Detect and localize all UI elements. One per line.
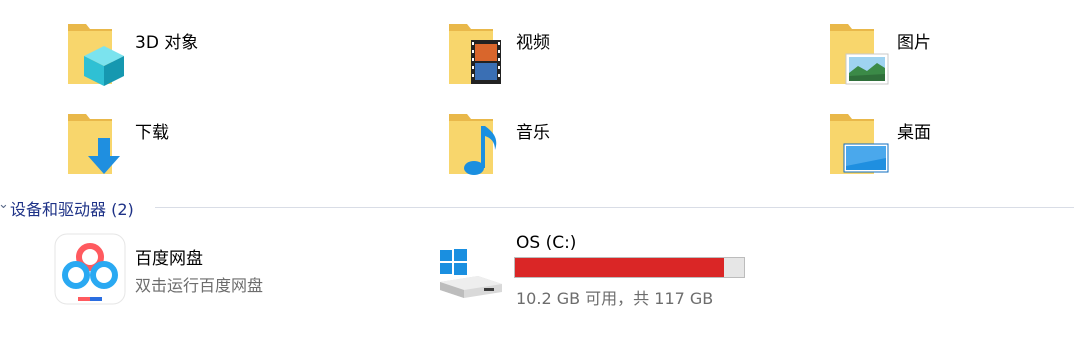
videos-folder-icon (449, 24, 501, 84)
device-name-baidu: 百度网盘 (135, 249, 203, 269)
devices-group-title: 设备和驱动器 (2) (10, 200, 134, 219)
drive-usage-bar (514, 257, 745, 278)
device-name-os-c: OS (C:) (516, 233, 577, 253)
folder-item-pictures[interactable]: 图片 (822, 14, 1072, 94)
folder-item-3d-objects[interactable]: 3D 对象 (60, 14, 420, 94)
folder-item-music[interactable]: 音乐 (441, 104, 801, 184)
group-divider (155, 207, 1074, 208)
folder-label-pictures: 图片 (897, 33, 931, 53)
folder-label-videos: 视频 (516, 33, 550, 53)
drive-usage-bar-fill (515, 258, 725, 277)
music-folder-icon (449, 114, 497, 175)
pictures-folder-icon (830, 24, 889, 85)
folder-item-desktop[interactable]: 桌面 (822, 104, 1072, 184)
3d-objects-folder-icon (68, 24, 124, 86)
device-subtitle-baidu: 双击运行百度网盘 (135, 276, 264, 295)
chevron-down-icon[interactable]: ⌄ (0, 197, 9, 212)
devices-group-header[interactable]: ⌄ 设备和驱动器 (2) (0, 194, 1074, 220)
device-subtitle-os-c: 10.2 GB 可用，共 117 GB (516, 289, 714, 308)
folder-label-music: 音乐 (516, 123, 550, 143)
folder-item-videos[interactable]: 视频 (441, 14, 801, 94)
folder-label-downloads: 下载 (135, 123, 169, 143)
desktop-folder-icon (830, 114, 889, 174)
downloads-folder-icon (68, 114, 120, 174)
folder-label-desktop: 桌面 (897, 123, 931, 143)
device-item-baidu-netdisk[interactable]: 百度网盘 双击运行百度网盘 (52, 230, 422, 306)
folder-label-3d-objects: 3D 对象 (135, 33, 199, 53)
baidu-netdisk-icon (54, 233, 126, 305)
folder-item-downloads[interactable]: 下载 (60, 104, 420, 184)
windows-drive-icon (440, 249, 502, 298)
